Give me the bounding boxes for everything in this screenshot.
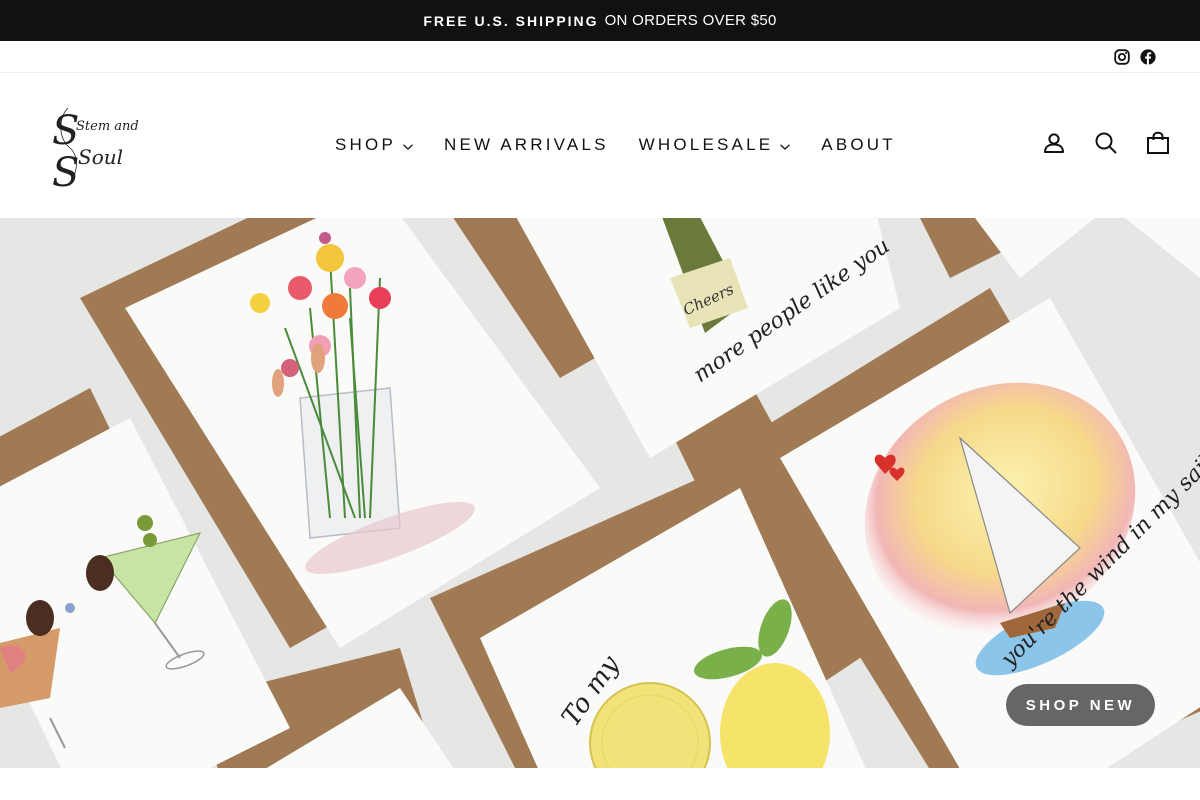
announcement-bar: FREE U.S. SHIPPING ON ORDERS OVER $50 — [0, 0, 1200, 41]
chevron-down-icon — [402, 143, 414, 151]
nav-new-arrivals-label: NEW ARRIVALS — [443, 135, 609, 154]
announcement-text: ON ORDERS OVER $50 — [604, 12, 777, 29]
nav-shop[interactable]: SHOP — [320, 131, 429, 159]
facebook-icon[interactable] — [1140, 48, 1156, 65]
social-bar — [0, 41, 1200, 73]
main-nav: SHOP NEW ARRIVALS WHOLESALE ABOUT — [320, 131, 911, 159]
logo-line1: Stem and — [76, 119, 139, 134]
nav-about-label: ABOUT — [821, 135, 896, 154]
logo[interactable]: S Stem and S Soul — [50, 98, 172, 196]
search-icon[interactable] — [1094, 131, 1118, 155]
nav-wholesale-label: WHOLESALE — [638, 135, 774, 154]
shop-new-button[interactable]: SHOP NEW — [1006, 684, 1155, 726]
logo-line2: Soul — [78, 145, 123, 169]
header-actions — [1042, 131, 1170, 155]
nav-new-arrivals[interactable]: NEW ARRIVALS — [429, 131, 624, 159]
announcement-bold: FREE U.S. SHIPPING — [423, 12, 599, 29]
nav-about[interactable]: ABOUT — [806, 131, 911, 159]
nav-wholesale[interactable]: WHOLESALE — [624, 131, 807, 159]
cart-icon[interactable] — [1146, 131, 1170, 155]
user-icon[interactable] — [1042, 131, 1066, 155]
chevron-down-icon — [779, 143, 791, 151]
instagram-icon[interactable] — [1114, 48, 1130, 65]
site-header: S Stem and S Soul SHOP NEW ARRIVALS WHOL… — [0, 73, 1200, 218]
nav-shop-label: SHOP — [335, 135, 396, 154]
